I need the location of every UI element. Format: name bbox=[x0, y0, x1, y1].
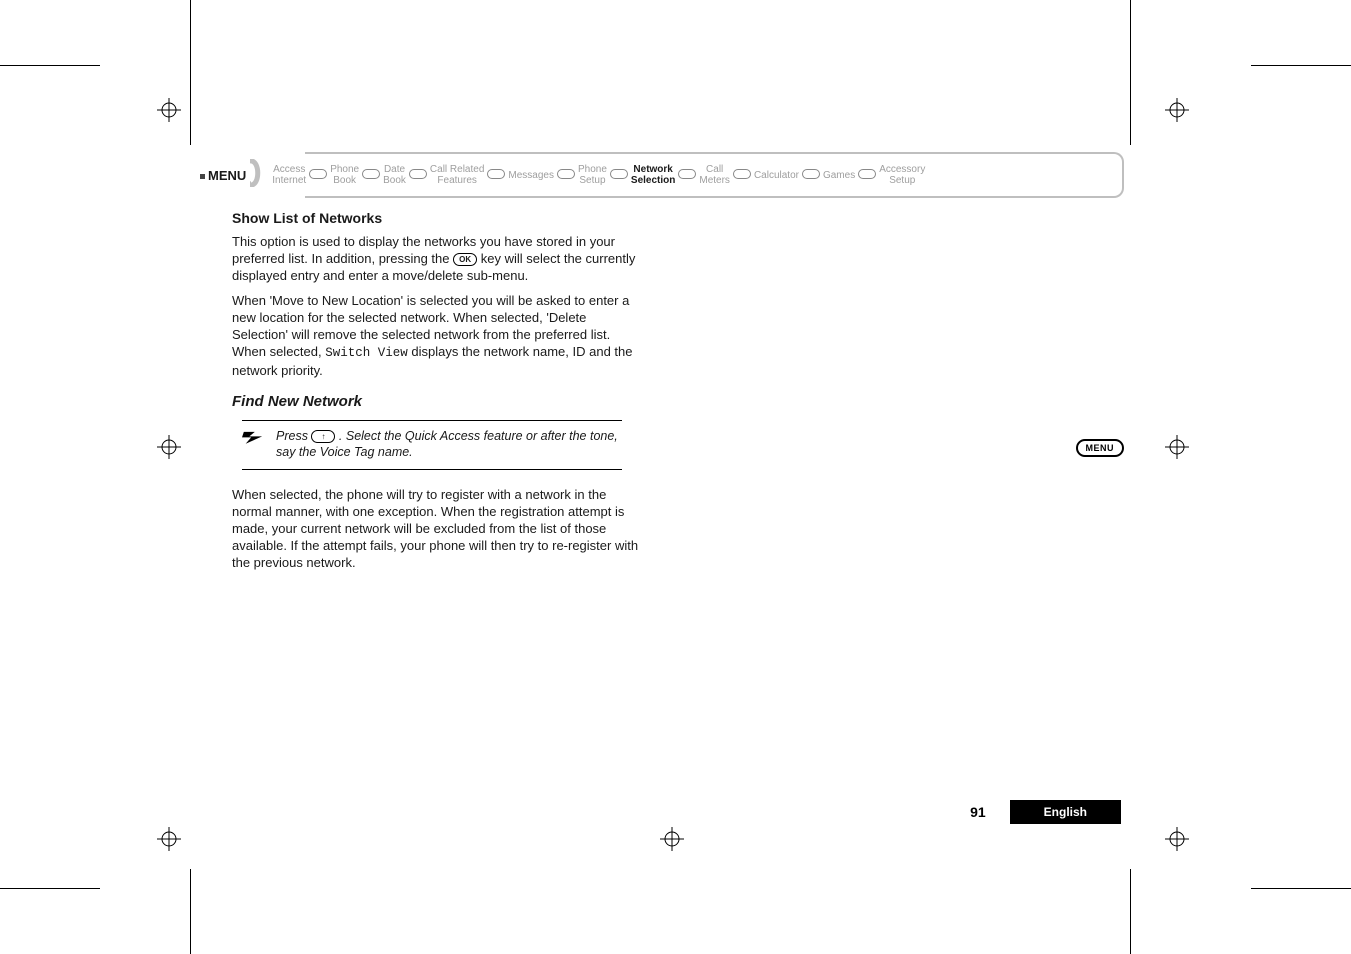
code-switch-view: Switch View bbox=[325, 346, 408, 360]
registration-mark-icon bbox=[660, 827, 684, 851]
crumb-sep-icon bbox=[857, 168, 877, 182]
crumb-sep-icon bbox=[677, 168, 697, 182]
crumb-date-book: DateBook bbox=[381, 155, 408, 195]
up-key-icon: ↑ bbox=[311, 430, 335, 443]
ok-key-icon: OK bbox=[453, 253, 477, 266]
crumb-phone-book: PhoneBook bbox=[328, 155, 361, 195]
crumb-sep-icon bbox=[732, 168, 752, 182]
paragraph: This option is used to display the netwo… bbox=[232, 233, 642, 284]
crumb-sep-icon bbox=[361, 168, 381, 182]
crop-mark bbox=[190, 869, 191, 954]
lightning-icon bbox=[242, 430, 264, 444]
crop-mark bbox=[1251, 888, 1351, 889]
paragraph: When selected, the phone will try to reg… bbox=[232, 486, 642, 571]
menu-root-label: MENU bbox=[200, 168, 246, 183]
crop-mark bbox=[1130, 869, 1131, 954]
crumb-access-internet: AccessInternet bbox=[270, 155, 308, 195]
registration-mark-icon bbox=[1165, 98, 1189, 122]
registration-mark-icon bbox=[1165, 827, 1189, 851]
crop-mark bbox=[190, 0, 191, 145]
crumb-call-meters: CallMeters bbox=[697, 155, 732, 195]
page-content: Show List of Networks This option is use… bbox=[232, 210, 642, 579]
crumb-games: Games bbox=[821, 155, 857, 195]
side-menu-badge: MENU bbox=[1076, 438, 1125, 457]
crumb-sep-icon bbox=[308, 168, 328, 182]
crumb-calculator: Calculator bbox=[752, 155, 801, 195]
heading-find-new-network: Find New Network bbox=[232, 393, 642, 410]
page-footer: 91 English bbox=[232, 800, 1121, 824]
registration-mark-icon bbox=[1165, 435, 1189, 459]
registration-mark-icon bbox=[157, 435, 181, 459]
registration-mark-icon bbox=[157, 827, 181, 851]
crumb-sep-icon bbox=[609, 168, 629, 182]
crumb-sep-icon bbox=[801, 168, 821, 182]
quick-access-tip: Press ↑ . Select the Quick Access featur… bbox=[242, 420, 622, 470]
registration-mark-icon bbox=[157, 98, 181, 122]
paragraph: When 'Move to New Location' is selected … bbox=[232, 292, 642, 379]
crop-mark bbox=[0, 888, 100, 889]
breadcrumb: MENU AccessInternet PhoneBook DateBook C… bbox=[200, 155, 1121, 195]
crumb-sep-icon bbox=[486, 168, 506, 182]
crumb-accessory-setup: AccessorySetup bbox=[877, 155, 927, 195]
menu-arrow-icon bbox=[250, 159, 268, 192]
crumb-call-related-features: Call RelatedFeatures bbox=[428, 155, 486, 195]
crumb-network-selection: NetworkSelection bbox=[629, 155, 677, 195]
crop-mark bbox=[1251, 65, 1351, 66]
crumb-sep-icon bbox=[408, 168, 428, 182]
page-number: 91 bbox=[970, 804, 986, 820]
crumb-phone-setup: PhoneSetup bbox=[576, 155, 609, 195]
language-badge: English bbox=[1010, 800, 1121, 824]
crop-mark bbox=[0, 65, 100, 66]
menu-oval-icon: MENU bbox=[1076, 439, 1125, 457]
heading-show-list: Show List of Networks bbox=[232, 210, 642, 227]
crumb-messages: Messages bbox=[506, 155, 556, 195]
crumb-sep-icon bbox=[556, 168, 576, 182]
crop-mark bbox=[1130, 0, 1131, 145]
tip-text: Press ↑ . Select the Quick Access featur… bbox=[276, 428, 622, 460]
